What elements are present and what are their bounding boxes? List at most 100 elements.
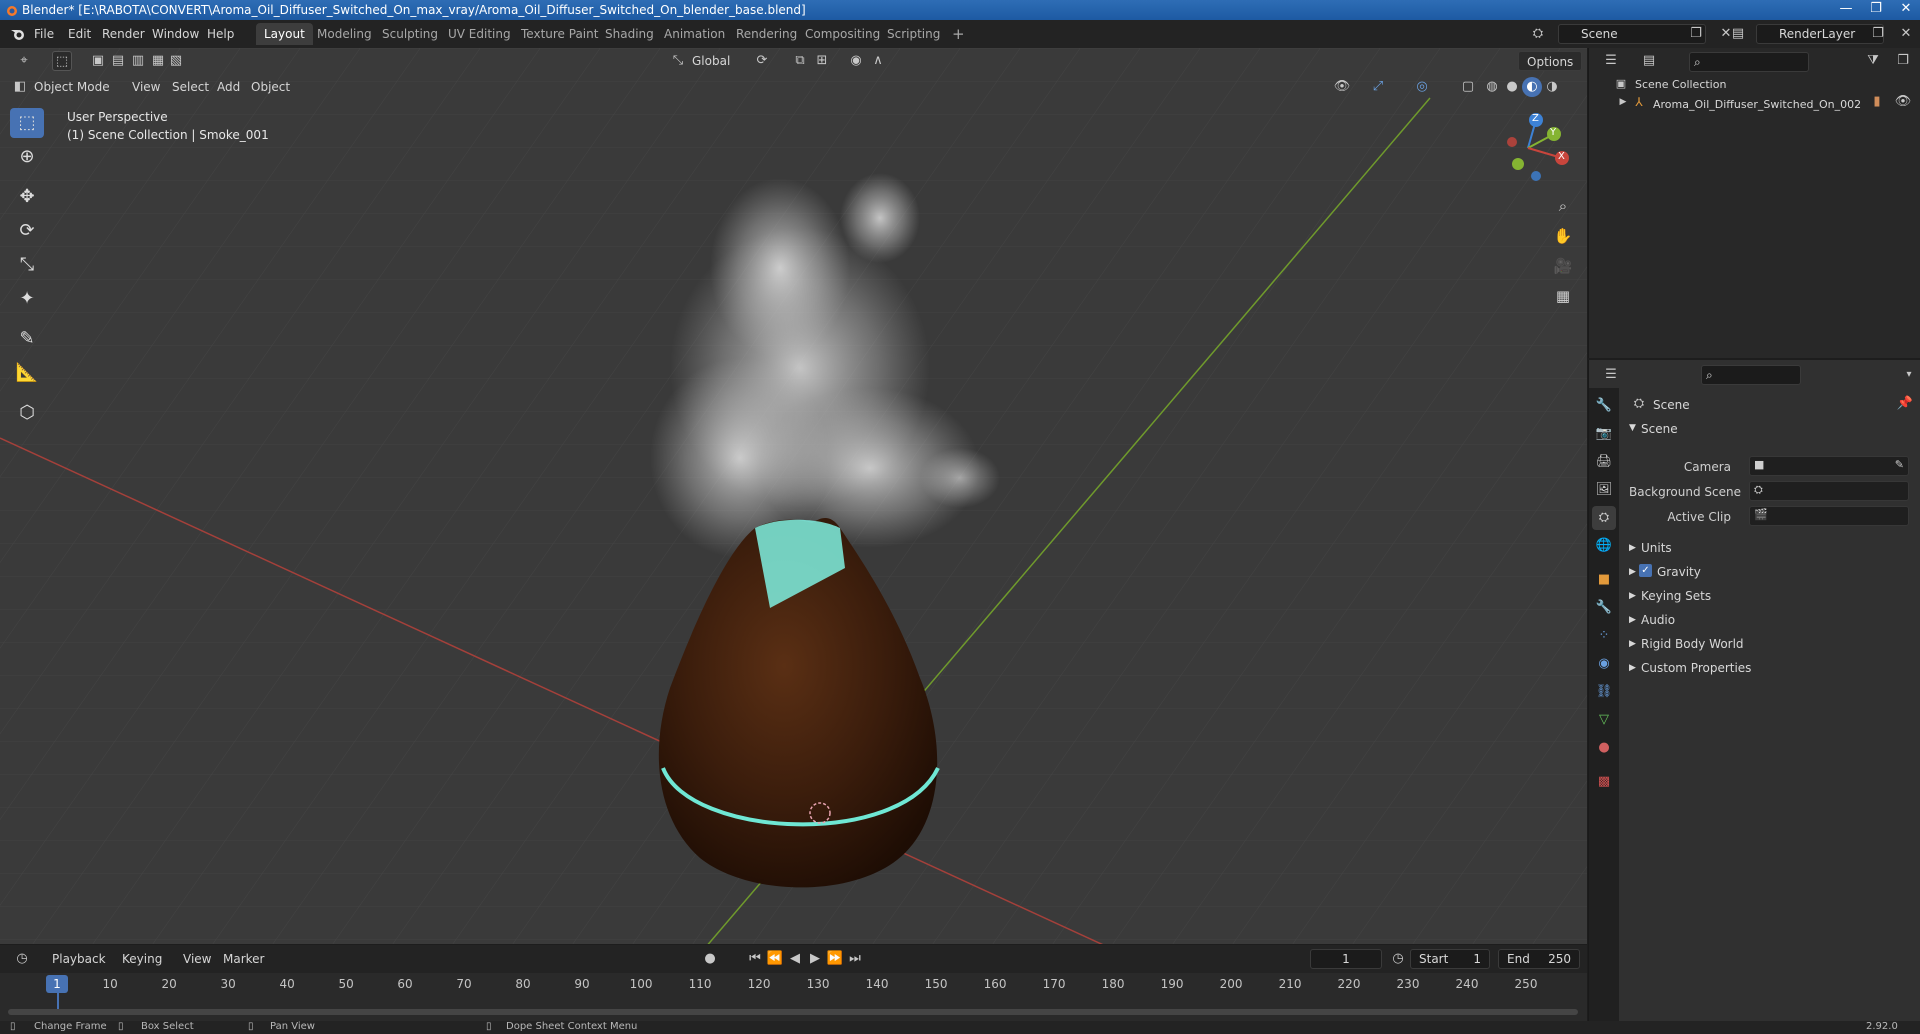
gravity-checkbox[interactable]: ✓ (1639, 564, 1652, 577)
camera-view-icon[interactable]: 🎥 (1550, 253, 1576, 279)
timeline-scrollbar[interactable] (8, 1009, 1578, 1015)
eye-visibility-icon[interactable]: 👁 (1893, 92, 1913, 112)
pivot-point-icon[interactable]: ⟳ (752, 51, 772, 71)
object-mode-dropdown[interactable]: Object Mode (34, 77, 110, 97)
transform-tool-icon[interactable]: ✦ (10, 284, 44, 314)
current-frame-field[interactable]: 1 (1310, 949, 1382, 969)
object-mode-icon[interactable]: ◧ (10, 77, 30, 97)
scene-selector-icon[interactable]: ⛭ (1528, 24, 1548, 44)
viewport-menu-object[interactable]: Object (251, 77, 290, 97)
timeline-menu-marker[interactable]: Marker (223, 949, 264, 969)
tab-uv-editing[interactable]: UV Editing (440, 23, 519, 45)
units-section[interactable]: Units (1641, 541, 1672, 555)
view-layer-tab-icon[interactable]: 🖼 (1592, 478, 1616, 502)
data-tab-icon[interactable]: ▽ (1592, 708, 1616, 732)
rendered-shading-icon[interactable]: ◑ (1542, 77, 1562, 97)
menu-render[interactable]: Render (102, 27, 145, 41)
start-frame-field[interactable]: Start 1 (1410, 949, 1490, 969)
rotate-tool-icon[interactable]: ⟳ (10, 216, 44, 246)
box-select-extend-icon[interactable]: ▤ (108, 51, 128, 71)
tab-scripting[interactable]: Scripting (879, 23, 948, 45)
play-reverse-icon[interactable]: ◀ (785, 949, 805, 969)
box-select-new-icon[interactable]: ▣ (88, 51, 108, 71)
background-scene-field[interactable]: ⛭ (1749, 481, 1909, 501)
timeline-menu-playback[interactable]: Playback (52, 949, 106, 969)
delete-render-layer-icon[interactable]: ✕ (1896, 24, 1916, 44)
maximize-button[interactable]: ❐ (1861, 0, 1891, 20)
timeline-menu-view[interactable]: View (183, 949, 211, 969)
rigid-body-world-section[interactable]: Rigid Body World (1641, 637, 1744, 651)
transform-orientation-icon[interactable]: ⤡ (668, 51, 688, 71)
box-select-subtract-icon[interactable]: ▥ (128, 51, 148, 71)
transform-orientation-dropdown[interactable]: Global (692, 51, 730, 71)
tab-sculpting[interactable]: Sculpting (374, 23, 446, 45)
close-button[interactable]: ✕ (1891, 0, 1920, 20)
filter-icon[interactable]: ⧩ (1863, 51, 1883, 71)
solid-shading-icon[interactable]: ● (1502, 77, 1522, 97)
active-clip-field[interactable]: 🎬 (1749, 506, 1909, 526)
outliner-item-diffuser[interactable]: Aroma_Oil_Diffuser_Switched_On_002 (1653, 98, 1861, 111)
keying-sets-arrow-icon[interactable]: ▶ (1629, 591, 1636, 601)
gravity-section[interactable]: Gravity (1657, 565, 1701, 579)
outliner-scene-collection[interactable]: Scene Collection (1635, 78, 1726, 91)
cursor-tool-icon[interactable]: ⊕ (10, 142, 44, 172)
modifier-tab-icon[interactable]: 🔧 (1592, 596, 1616, 620)
box-select-intersect-icon[interactable]: ▧ (166, 51, 186, 71)
viewport-menu-view[interactable]: View (132, 77, 160, 97)
jump-end-icon[interactable]: ⏭ (845, 949, 865, 969)
gravity-arrow-icon[interactable]: ▶ (1629, 567, 1636, 577)
render-layer-selector-icon[interactable]: ▤ (1728, 24, 1748, 44)
menu-edit[interactable]: Edit (68, 27, 91, 41)
outliner-editor-type-icon[interactable]: ☰ (1601, 51, 1621, 71)
viewport-menu-add[interactable]: Add (217, 77, 240, 97)
scale-tool-icon[interactable]: ⤡ (10, 250, 44, 280)
wireframe-shading-icon[interactable]: ◍ (1482, 77, 1502, 97)
3d-viewport[interactable]: User Perspective (1) Scene Collection | … (0, 48, 1587, 944)
texture-tab-icon[interactable]: ▩ (1592, 770, 1616, 794)
overlay-toggle-icon[interactable]: ◎ (1412, 77, 1432, 97)
jump-next-keyframe-icon[interactable]: ⏩ (825, 949, 845, 969)
jump-start-icon[interactable]: ⏮ (745, 949, 765, 969)
scene-tab-icon[interactable]: ⛭ (1592, 506, 1616, 530)
material-tab-icon[interactable]: ● (1592, 736, 1616, 760)
audio-section[interactable]: Audio (1641, 613, 1675, 627)
add-cube-tool-icon[interactable]: ⬡ (10, 398, 44, 428)
render-layer-field[interactable]: RenderLayer (1756, 24, 1884, 44)
timeline-area[interactable]: 1 10 20 30 40 50 60 70 80 90 100 110 120 130 140 150 160… (0, 973, 1587, 1021)
physics-tab-icon[interactable]: ◉ (1592, 652, 1616, 676)
new-render-layer-icon[interactable]: ❐ (1868, 24, 1888, 44)
new-scene-icon[interactable]: ❐ (1686, 24, 1706, 44)
snap-icon[interactable]: ⧉ (790, 51, 810, 71)
add-workspace-button[interactable]: + (944, 23, 973, 45)
tab-layout[interactable]: Layout (256, 23, 313, 45)
select-mode-icon[interactable]: ⬚ (52, 51, 72, 71)
xray-toggle-icon[interactable]: ▢ (1458, 77, 1478, 97)
outliner-search-input[interactable]: ⌕ (1689, 52, 1809, 72)
timeline-editor-type-icon[interactable]: ◷ (12, 949, 32, 969)
proportional-edit-icon[interactable]: ◉ (846, 51, 866, 71)
pan-hand-icon[interactable]: ✋ (1550, 223, 1576, 249)
world-tab-icon[interactable]: 🌐 (1592, 534, 1616, 558)
constraints-tab-icon[interactable]: ⛓ (1592, 680, 1616, 704)
snap-target-icon[interactable]: ⊞ (812, 51, 832, 71)
tab-rendering[interactable]: Rendering (728, 23, 805, 45)
editor-type-icon[interactable]: ⌖ (14, 51, 34, 71)
camera-field[interactable]: ■ ✎ (1749, 456, 1909, 476)
collapse-icon[interactable]: ▾ (1899, 365, 1919, 385)
visibility-icon[interactable]: 👁 (1332, 77, 1352, 97)
falloff-icon[interactable]: ∧ (868, 51, 888, 71)
audio-arrow-icon[interactable]: ▶ (1629, 615, 1636, 625)
keying-sets-section[interactable]: Keying Sets (1641, 589, 1711, 603)
tab-modeling[interactable]: Modeling (309, 23, 380, 45)
record-keyframe-icon[interactable]: ● (700, 949, 720, 969)
tab-shading[interactable]: Shading (597, 23, 662, 45)
rigid-body-arrow-icon[interactable]: ▶ (1629, 639, 1636, 649)
scene-panel-header[interactable]: Scene (1641, 422, 1678, 436)
tab-compositing[interactable]: Compositing (797, 23, 888, 45)
minimize-button[interactable]: — (1831, 0, 1861, 20)
units-arrow-icon[interactable]: ▶ (1629, 543, 1636, 553)
zoom-icon[interactable]: ⌕ (1550, 193, 1576, 219)
frame-preview-icon[interactable]: ◷ (1388, 949, 1408, 969)
particles-tab-icon[interactable]: ⁘ (1592, 624, 1616, 648)
blender-menu-icon[interactable] (10, 27, 26, 41)
